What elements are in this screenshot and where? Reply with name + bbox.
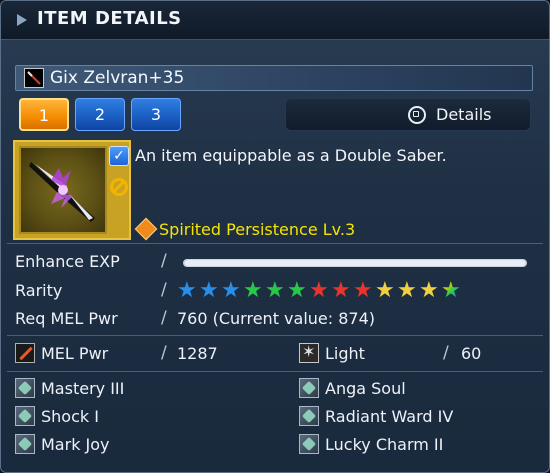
augment-left-2: Shock I [41, 407, 99, 426]
rarity-star-icon: ★ [309, 278, 329, 303]
req-mel-pwr-label: Req MEL Pwr [15, 309, 118, 328]
details-icon [408, 106, 426, 124]
item-image-frame: ✓ [13, 140, 131, 240]
augment-right-2: Radiant Ward IV [325, 407, 454, 426]
double-saber-icon [24, 68, 44, 88]
rarity-star-icon: ★ [397, 278, 417, 303]
rarity-star-icon: ★ [375, 278, 395, 303]
tab-3[interactable]: 3 [131, 98, 181, 131]
augment-left-1: Mastery III [41, 379, 125, 398]
ability-name: Spirited Persistence Lv.3 [159, 220, 356, 239]
augment-icon [299, 378, 319, 398]
title-divider [9, 39, 543, 46]
mel-pwr-value: 1287 [177, 344, 218, 363]
augment-right-1: Anga Soul [325, 379, 406, 398]
divider [7, 243, 543, 244]
title-bar: ITEM DETAILS [1, 1, 549, 40]
augment-icon [299, 434, 319, 454]
rarity-label: Rarity [15, 281, 63, 300]
enhance-exp-label: Enhance EXP [15, 252, 120, 271]
light-value: 60 [461, 344, 482, 363]
item-description: An item equippable as a Double Saber. [135, 146, 447, 165]
augment-left-3: Mark Joy [41, 435, 110, 454]
augment-icon [15, 378, 35, 398]
item-name-bar: Gix Zelvran+35 [15, 65, 533, 91]
rarity-star-icon: ★ [199, 278, 219, 303]
rarity-star-icon: ★ [419, 278, 439, 303]
divider [7, 335, 543, 336]
sword-icon [15, 343, 35, 363]
ability-icon [134, 217, 158, 241]
title-decoration-icon [17, 14, 27, 26]
item-details-window: ITEM DETAILS Gix Zelvran+35 1 2 3 Detail… [0, 0, 550, 473]
rarity-star-icon: ★ [265, 278, 285, 303]
light-label: Light [325, 344, 365, 363]
item-image [19, 146, 107, 234]
rarity-star-icon: ★ [221, 278, 241, 303]
rarity-star-icon: ★ [177, 278, 197, 303]
window-title: ITEM DETAILS [37, 8, 182, 29]
tab-2[interactable]: 2 [75, 98, 125, 131]
rarity-star-icon: ★ [331, 278, 351, 303]
augment-icon [299, 406, 319, 426]
rarity-star-icon: ★ [243, 278, 263, 303]
rarity-star-icon: ★ [287, 278, 307, 303]
light-element-icon [299, 342, 319, 363]
details-button[interactable]: Details [285, 98, 531, 131]
separator-slash: / [161, 251, 167, 271]
separator-slash: / [161, 280, 167, 300]
mel-pwr-label: MEL Pwr [41, 344, 109, 363]
req-mel-pwr-value: 760 (Current value: 874) [177, 309, 376, 328]
augment-icon [15, 406, 35, 426]
enhance-exp-fill [184, 260, 526, 266]
restricted-icon [110, 178, 128, 196]
separator-slash: / [443, 343, 449, 363]
augment-right-3: Lucky Charm II [325, 435, 444, 454]
rarity-star-icon: ★ [353, 278, 373, 303]
enhance-exp-bar [183, 259, 527, 267]
separator-slash: / [161, 343, 167, 363]
tab-1[interactable]: 1 [19, 98, 69, 131]
rarity-star-icon: ★ [441, 278, 461, 303]
details-button-label: Details [436, 105, 492, 124]
augment-icon [15, 434, 35, 454]
equippable-check-icon: ✓ [109, 146, 129, 166]
item-name: Gix Zelvran+35 [50, 68, 185, 88]
separator-slash: / [161, 308, 167, 328]
divider [7, 371, 543, 372]
